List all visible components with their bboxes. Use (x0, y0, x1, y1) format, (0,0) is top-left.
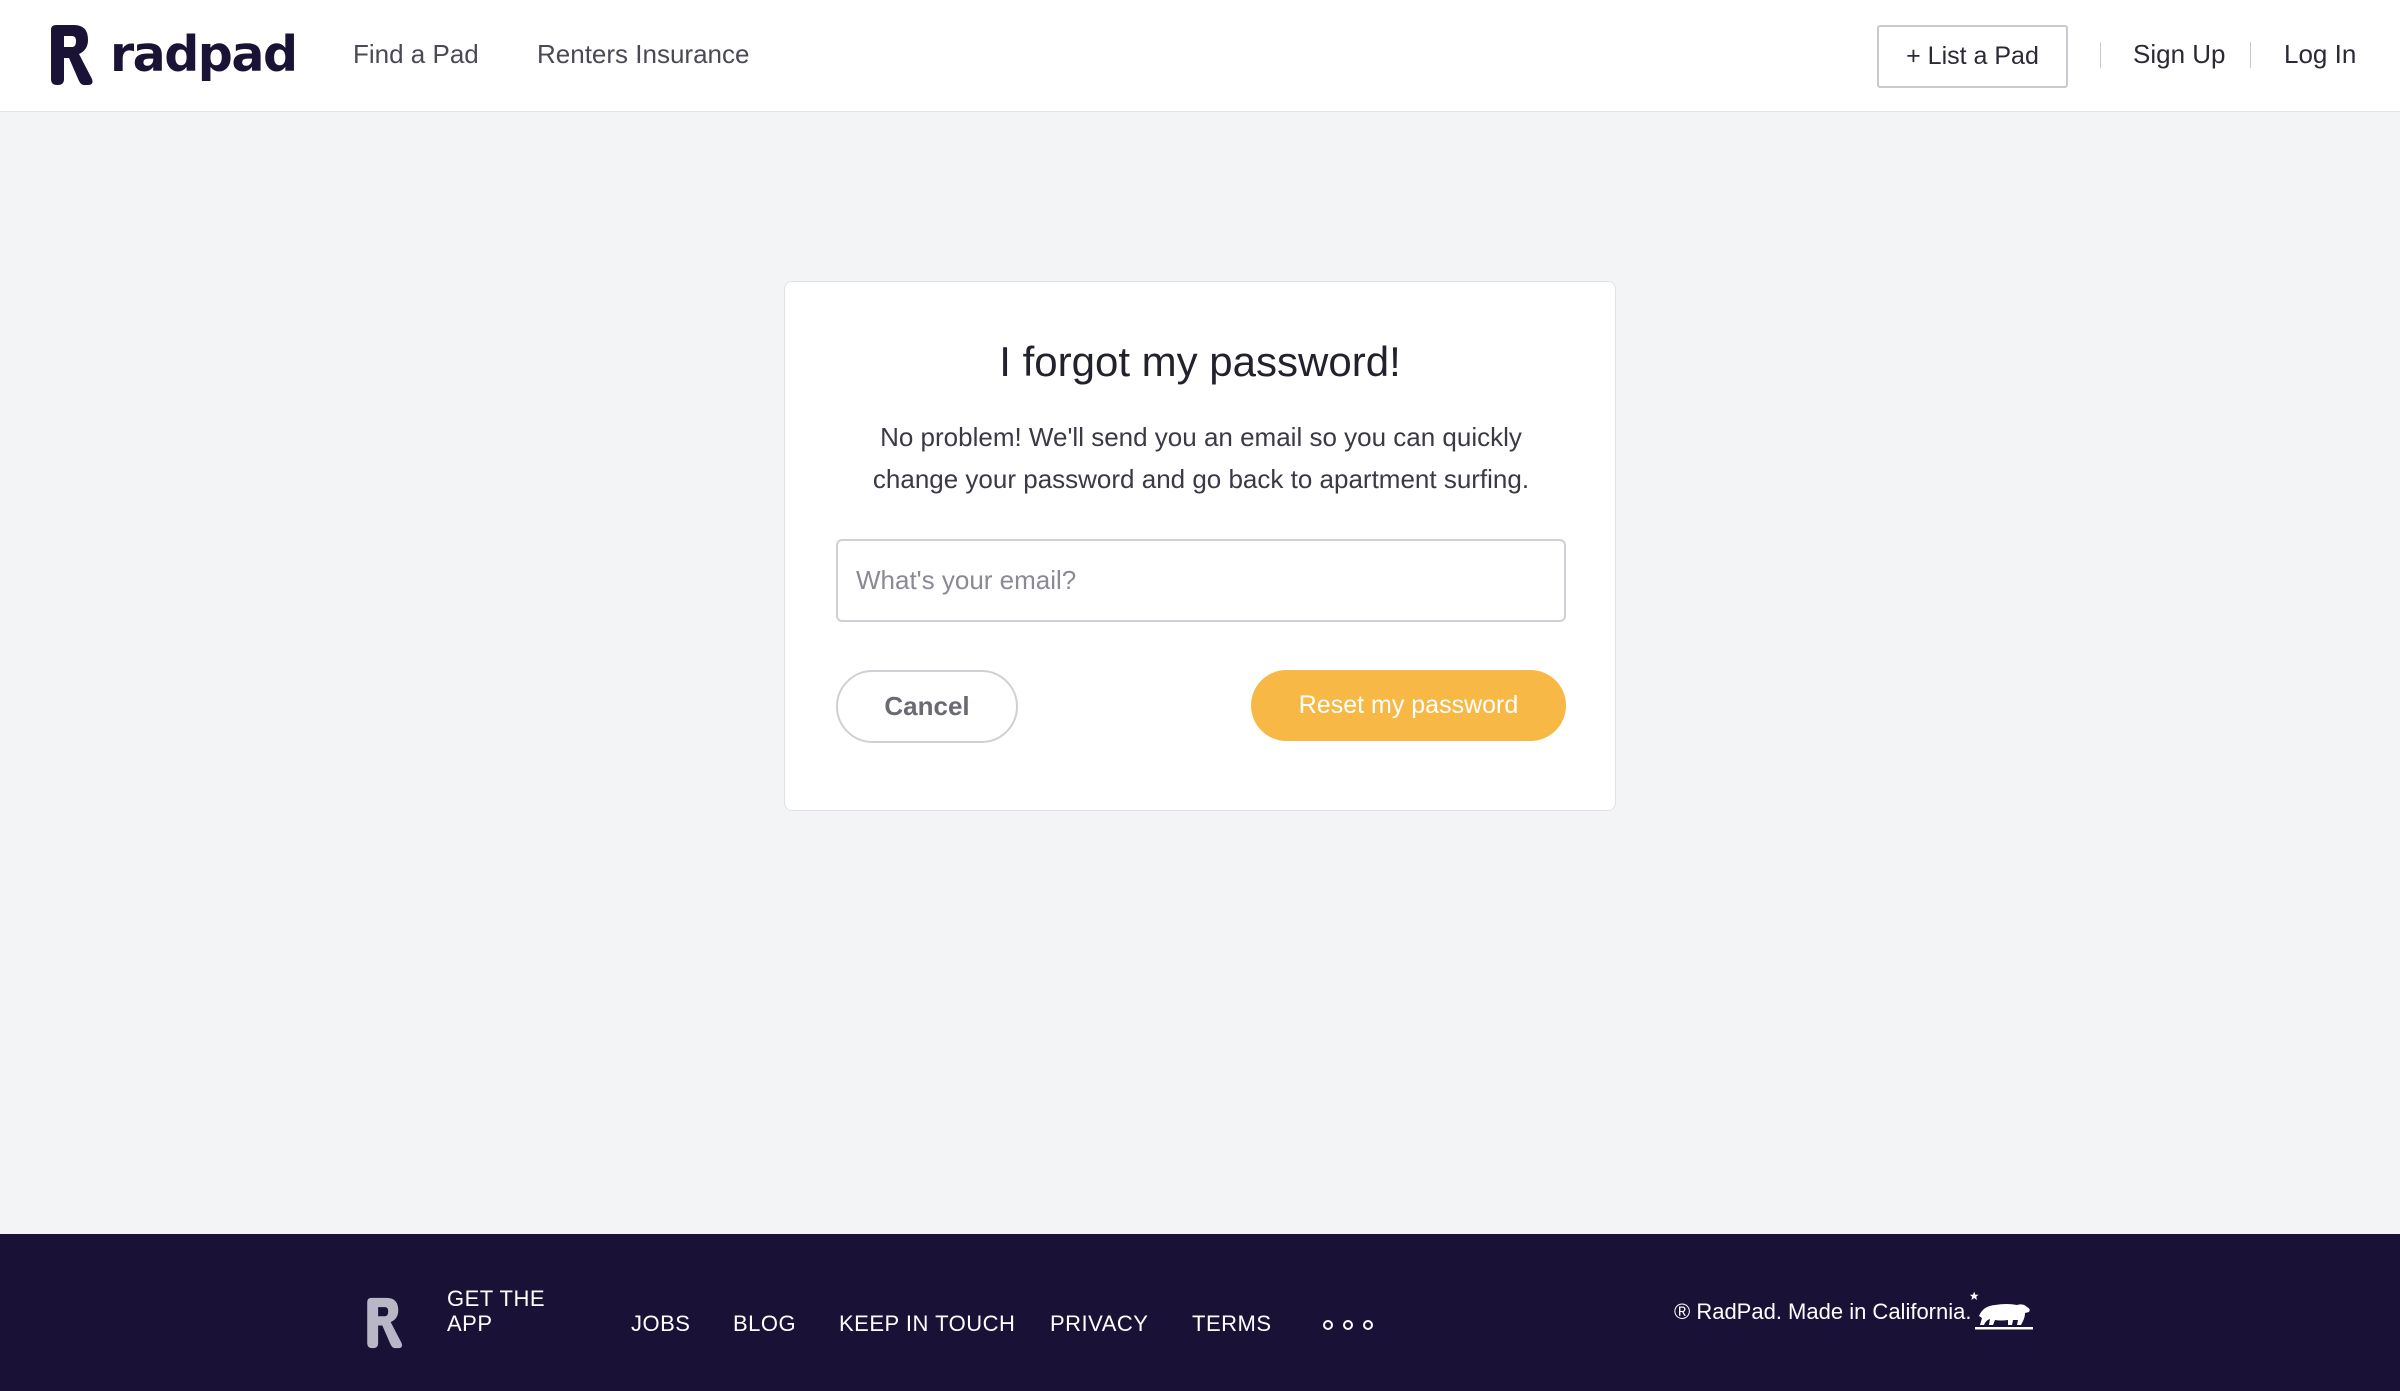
email-field[interactable] (836, 539, 1566, 622)
cancel-button[interactable]: Cancel (836, 670, 1018, 743)
footer-jobs-link[interactable]: JOBS (631, 1311, 690, 1337)
footer-terms-link[interactable]: TERMS (1192, 1311, 1272, 1337)
footer-blog-link[interactable]: BLOG (733, 1311, 796, 1337)
forgot-password-card: I forgot my password! No problem! We'll … (784, 281, 1616, 811)
get-the-app-link[interactable]: GET THE APP (447, 1286, 545, 1336)
footer-radpad-icon[interactable] (364, 1297, 404, 1349)
page-title: I forgot my password! (999, 338, 1401, 385)
log-in-link[interactable]: Log In (2284, 36, 2356, 72)
nav-find-a-pad[interactable]: Find a Pad (353, 36, 479, 72)
site-header: radpad Find a Pad Renters Insurance + Li… (0, 0, 2400, 112)
nav-renters-insurance[interactable]: Renters Insurance (537, 36, 749, 72)
brand-name: radpad (110, 26, 298, 83)
get-app-line-2: APP (447, 1311, 493, 1336)
footer-keep-in-touch-link[interactable]: KEEP IN TOUCH (839, 1311, 1015, 1337)
reset-password-button[interactable]: Reset my password (1251, 670, 1566, 741)
form-description: No problem! We'll send you an email so y… (872, 422, 1530, 494)
more-dots-icon[interactable] (1323, 1320, 1373, 1330)
get-app-line-1: GET THE (447, 1286, 546, 1311)
footer-privacy-link[interactable]: PRIVACY (1050, 1311, 1148, 1337)
header-divider (2100, 42, 2101, 68)
header-divider (2250, 42, 2251, 68)
california-bear-icon (1969, 1291, 2033, 1330)
radpad-logo-icon (51, 25, 93, 85)
site-footer: GET THE APP JOBS BLOG KEEP IN TOUCH PRIV… (0, 1234, 2400, 1391)
radpad-logo[interactable]: radpad (48, 24, 298, 86)
copyright-text: ® RadPad. Made in California. (1674, 1299, 1972, 1324)
list-a-pad-button[interactable]: + List a Pad (1877, 25, 2068, 88)
sign-up-link[interactable]: Sign Up (2133, 36, 2226, 72)
